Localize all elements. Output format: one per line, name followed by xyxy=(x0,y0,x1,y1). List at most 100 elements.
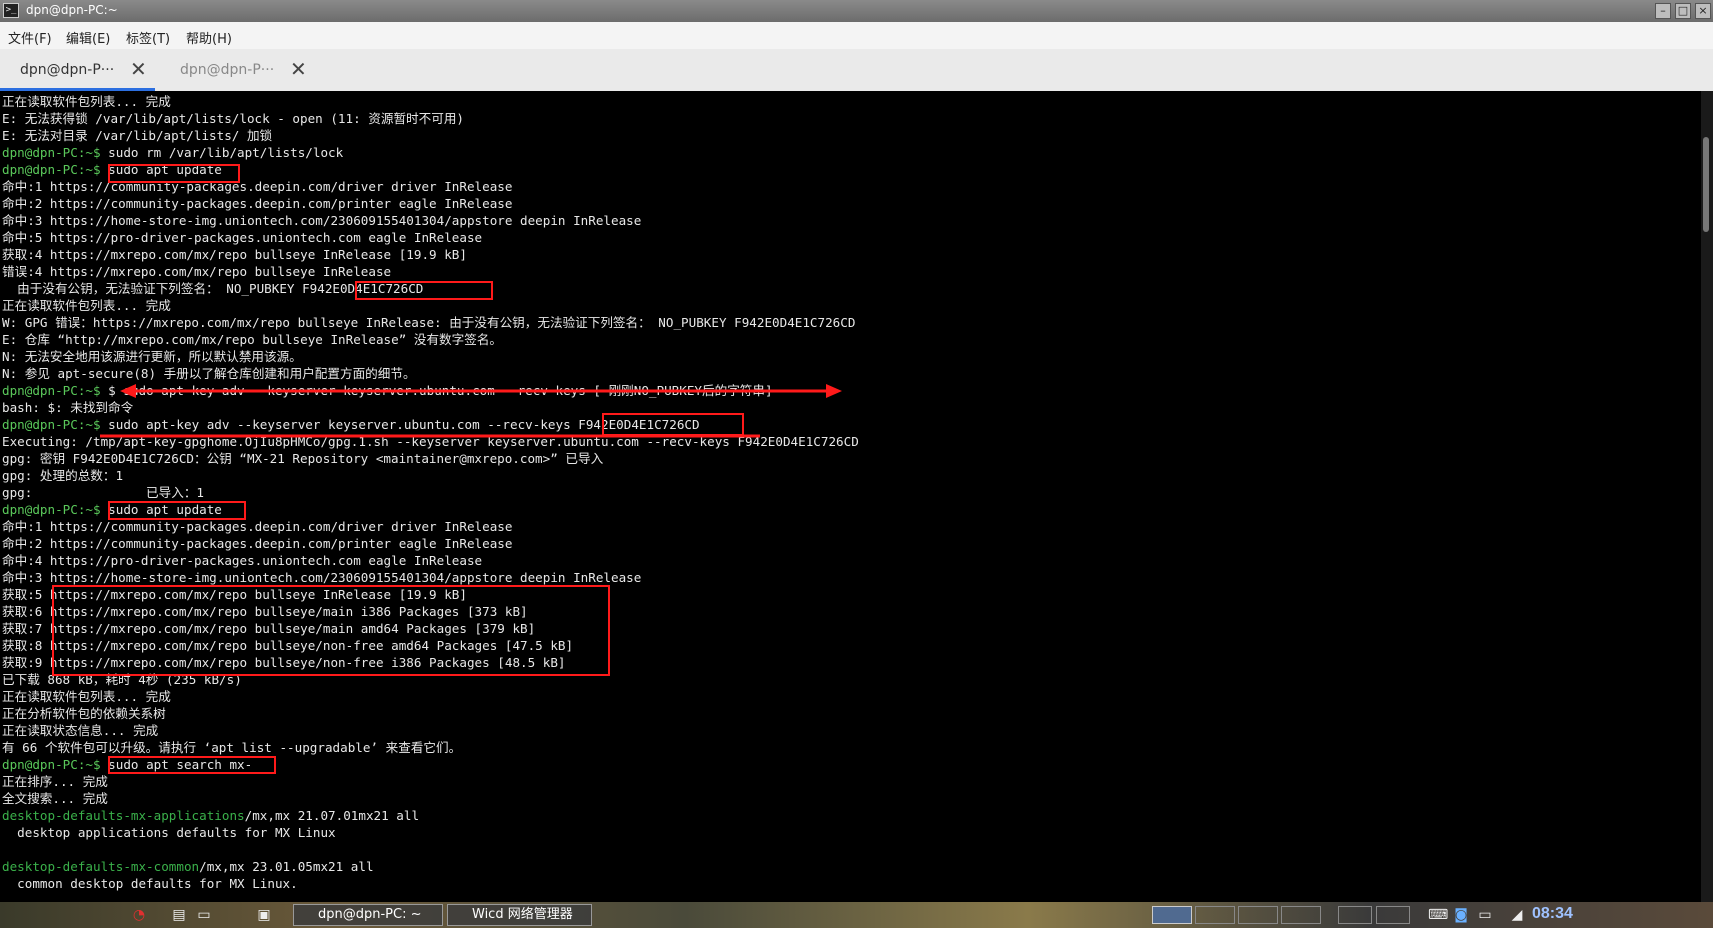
annotation-box xyxy=(108,164,240,183)
line-text: 命中:3 https://home-store-img.uniontech.co… xyxy=(2,213,642,228)
line-text: /mx,mx 21.07.01mx21 all xyxy=(244,808,420,823)
tab-terminal-2[interactable]: dpn@dpn-P··· ✕ xyxy=(160,49,315,91)
line-text: 正在读取软件包列表... 完成 xyxy=(2,298,171,313)
workspace-6[interactable] xyxy=(1376,906,1410,924)
clock[interactable]: 08:34 xyxy=(1532,905,1573,923)
annotation-box xyxy=(602,413,744,436)
terminal-launcher-icon[interactable]: ▭ xyxy=(195,906,213,924)
terminal-line: 正在分析软件包的依赖关系树 xyxy=(2,705,166,722)
terminal-icon: >_ xyxy=(3,3,19,18)
line-text: sudo rm /var/lib/apt/lists/lock xyxy=(100,145,344,160)
terminal-output[interactable]: 正在读取软件包列表... 完成 E: 无法获得锁 /var/lib/apt/lis… xyxy=(0,91,1701,902)
terminal-line: W: GPG 错误：https://mxrepo.com/mx/repo bul… xyxy=(2,314,855,331)
display-icon[interactable]: ▭ xyxy=(1476,906,1494,924)
terminal-line: 命中:4 https://pro-driver-packages.unionte… xyxy=(2,552,482,569)
menu-file[interactable]: 文件(F) xyxy=(8,28,52,47)
line-text: gpg: 已导入：1 xyxy=(2,485,205,500)
line-text: 正在分析软件包的依赖关系树 xyxy=(2,706,166,721)
terminal-line: desktop-defaults-mx-applications/mx,mx 2… xyxy=(2,807,419,824)
terminal-line: bash: $: 未找到命令 xyxy=(2,399,133,416)
tab-terminal-1[interactable]: dpn@dpn-P··· ✕ xyxy=(0,49,155,91)
line-text: 正在读取状态信息... 完成 xyxy=(2,723,159,738)
line-text: 全文搜索... 完成 xyxy=(2,791,108,806)
network-icon[interactable]: ◙ xyxy=(1452,906,1470,924)
line-text: W: GPG 错误：https://mxrepo.com/mx/repo bul… xyxy=(2,315,856,330)
menu-help[interactable]: 帮助(H) xyxy=(186,28,232,47)
line-text: 有 66 个软件包可以升级。请执行 ‘apt list --upgradable… xyxy=(2,740,462,755)
line-text: E: 无法对目录 /var/lib/apt/lists/ 加锁 xyxy=(2,128,273,143)
taskbar-item-wicd[interactable]: Wicd 网络管理器 xyxy=(447,904,592,926)
package-name: desktop-defaults-mx-applications xyxy=(2,808,245,823)
workspace-4[interactable] xyxy=(1281,906,1321,924)
line-text: 正在读取软件包列表... 完成 xyxy=(2,94,171,109)
annotation-box xyxy=(355,281,493,300)
package-name: desktop-defaults-mx-common xyxy=(2,859,200,874)
line-text: /mx,mx 23.01.05mx21 all xyxy=(199,859,374,874)
shell-prompt: dpn@dpn-PC:~$ xyxy=(2,757,101,772)
line-text: 命中:5 https://pro-driver-packages.unionte… xyxy=(2,230,483,245)
line-text: 命中:3 https://home-store-img.uniontech.co… xyxy=(2,570,642,585)
terminal-line: N: 无法安全地用该源进行更新，所以默认禁用该源。 xyxy=(2,348,302,365)
line-text: $ sudo apt-key adv --keyserver keyserver… xyxy=(100,383,773,398)
window-title: dpn@dpn-PC:~ xyxy=(26,3,118,17)
terminal-line: 获取:4 https://mxrepo.com/mx/repo bullseye… xyxy=(2,246,467,263)
terminal-line: 正在读取软件包列表... 完成 xyxy=(2,297,171,314)
shell-prompt: dpn@dpn-PC:~$ xyxy=(2,145,101,160)
tab-label: dpn@dpn-P··· xyxy=(180,62,275,78)
minimize-button[interactable]: – xyxy=(1655,3,1671,19)
terminal-line: dpn@dpn-PC:~$ sudo apt-key adv --keyserv… xyxy=(2,416,700,433)
taskbar-item-label: Wicd 网络管理器 xyxy=(472,907,573,922)
terminal-line: gpg: 已导入：1 xyxy=(2,484,204,501)
files-icon[interactable]: ▤ xyxy=(170,906,188,924)
close-tab-icon[interactable]: ✕ xyxy=(130,57,147,81)
annotation-box xyxy=(108,756,276,774)
menu-tags[interactable]: 标签(T) xyxy=(126,28,170,47)
scrollbar-thumb[interactable] xyxy=(1703,137,1709,232)
line-text: 正在读取软件包列表... 完成 xyxy=(2,689,171,704)
keyboard-icon[interactable]: ⌨ xyxy=(1428,906,1448,924)
close-window-button[interactable]: × xyxy=(1695,3,1711,19)
shell-prompt: dpn@dpn-PC:~$ xyxy=(2,383,101,398)
line-text: N: 参见 apt-secure(8) 手册以了解仓库创建和用户配置方面的细节。 xyxy=(2,366,416,381)
terminal-line: 错误:4 https://mxrepo.com/mx/repo bullseye… xyxy=(2,263,391,280)
line-text: desktop applications defaults for MX Lin… xyxy=(2,825,336,840)
line-text: 正在排序... 完成 xyxy=(2,774,108,789)
workspace-1[interactable] xyxy=(1152,906,1192,924)
window-titlebar[interactable]: >_ dpn@dpn-PC:~ – □ × xyxy=(0,0,1713,23)
menu-bar: 文件(F) 编辑(E) 标签(T) 帮助(H) xyxy=(0,22,1713,49)
line-text: 获取:4 https://mxrepo.com/mx/repo bullseye… xyxy=(2,247,467,262)
close-tab-icon[interactable]: ✕ xyxy=(290,57,307,81)
line-text: N: 无法安全地用该源进行更新，所以默认禁用该源。 xyxy=(2,349,302,364)
workspace-5[interactable] xyxy=(1338,906,1372,924)
line-text: 命中:2 https://community-packages.deepin.c… xyxy=(2,536,513,551)
terminal-line: E: 无法对目录 /var/lib/apt/lists/ 加锁 xyxy=(2,127,272,144)
tab-bar: dpn@dpn-P··· ✕ dpn@dpn-P··· ✕ xyxy=(0,49,1713,92)
line-text: 命中:1 https://community-packages.deepin.c… xyxy=(2,519,513,534)
taskbar-item-label: dpn@dpn-PC: ~ xyxy=(318,907,422,922)
terminal-line: 命中:3 https://home-store-img.uniontech.co… xyxy=(2,212,641,229)
terminal-line: 命中:1 https://community-packages.deepin.c… xyxy=(2,518,512,535)
taskbar-item-terminal[interactable]: dpn@dpn-PC: ~ xyxy=(293,904,443,926)
tab-label: dpn@dpn-P··· xyxy=(20,62,115,78)
volume-icon[interactable]: ◢ xyxy=(1508,906,1526,924)
line-text: common desktop defaults for MX Linux. xyxy=(2,876,298,891)
terminal-line: 正在读取软件包列表... 完成 xyxy=(2,688,171,705)
shell-prompt: dpn@dpn-PC:~$ xyxy=(2,162,101,177)
terminal-line: 正在读取状态信息... 完成 xyxy=(2,722,158,739)
launcher-icon[interactable]: ◔ xyxy=(130,906,148,924)
workspace-3[interactable] xyxy=(1238,906,1278,924)
menu-edit[interactable]: 编辑(E) xyxy=(66,28,110,47)
line-text: 命中:1 https://community-packages.deepin.c… xyxy=(2,179,513,194)
terminal-line: desktop-defaults-mx-common/mx,mx 23.01.0… xyxy=(2,858,374,875)
terminal-line: common desktop defaults for MX Linux. xyxy=(2,875,298,892)
line-text: E: 无法获得锁 /var/lib/apt/lists/lock - open … xyxy=(2,111,464,126)
terminal-line: 全文搜索... 完成 xyxy=(2,790,108,807)
terminal-line: N: 参见 apt-secure(8) 手册以了解仓库创建和用户配置方面的细节。 xyxy=(2,365,416,382)
terminal-line: gpg: 密钥 F942E0D4E1C726CD：公钥 “MX-21 Repos… xyxy=(2,450,603,467)
workspace-2[interactable] xyxy=(1195,906,1235,924)
terminal-line: 命中:3 https://home-store-img.uniontech.co… xyxy=(2,569,641,586)
maximize-button[interactable]: □ xyxy=(1675,3,1691,19)
show-desktop-icon[interactable]: ▣ xyxy=(255,906,273,924)
terminal-line: E: 仓库 “http://mxrepo.com/mx/repo bullsey… xyxy=(2,331,502,348)
terminal-line: 命中:5 https://pro-driver-packages.unionte… xyxy=(2,229,482,246)
